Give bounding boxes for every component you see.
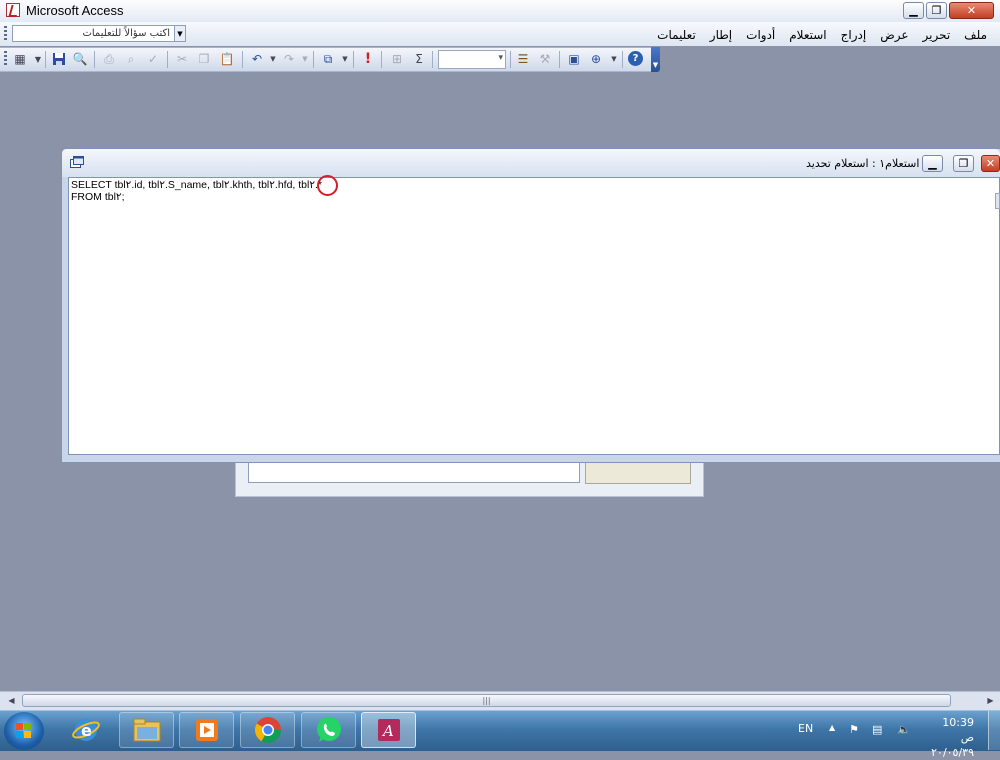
copy-icon[interactable]: ❐ [196, 51, 212, 67]
highlight-circle [317, 175, 338, 196]
toolbar-separator [559, 51, 560, 68]
query-restore-button[interactable]: ❐ [953, 155, 974, 172]
menu-help[interactable]: تعليمات [650, 26, 703, 44]
menu-query[interactable]: استعلام [782, 26, 833, 44]
view-dropdown-icon[interactable]: ▼ [30, 51, 46, 67]
sql-editor[interactable]: SELECT tbl٢.id, tbl٢.S_name, tbl٢.khth, … [68, 177, 1000, 455]
scroll-thumb[interactable]: ||| [22, 694, 951, 707]
undo-icon[interactable]: ↶ [249, 51, 265, 67]
title-bar [0, 0, 1000, 23]
redo-dropdown-icon[interactable]: ▼ [297, 51, 313, 67]
chrome-icon[interactable] [240, 712, 295, 748]
clock-time: 10:39 ص [942, 716, 974, 744]
help-icon[interactable]: ? [628, 51, 643, 66]
totals-icon[interactable]: Σ [411, 51, 427, 67]
menu-insert[interactable]: إدراج [834, 26, 874, 44]
menu-file[interactable]: ملف [957, 26, 994, 44]
scroll-right-icon[interactable]: ▶ [984, 694, 997, 707]
paste-icon[interactable]: 📋 [219, 51, 235, 67]
sql-line-select: SELECT tbl٢.id, tbl٢.S_name, tbl٢.khth, … [71, 179, 323, 191]
toolbar-separator [45, 51, 46, 68]
build-icon[interactable]: ⚒ [537, 51, 553, 67]
show-desktop-button[interactable] [988, 711, 1000, 750]
ask-question-dropdown[interactable]: ▼ [175, 25, 186, 42]
editor-scroll-thumb[interactable] [995, 193, 1000, 209]
toolbar-options-icon[interactable]: ▼ [651, 47, 660, 72]
action-center-flag-icon[interactable]: ⚑ [849, 723, 859, 736]
print-preview-icon[interactable]: ⌕ [123, 51, 139, 67]
toolbar-separator [432, 51, 433, 68]
query-window-icon[interactable] [70, 156, 84, 168]
language-indicator[interactable]: EN [798, 722, 813, 735]
query-type-dropdown-icon[interactable]: ▼ [337, 51, 353, 67]
redo-icon[interactable]: ↷ [281, 51, 297, 67]
spelling-icon[interactable]: ✓ [145, 51, 161, 67]
query-type-icon[interactable]: ⧉ [320, 51, 336, 67]
view-icon[interactable]: ▦ [12, 51, 28, 67]
properties-icon[interactable]: ☰ [515, 51, 531, 67]
minimize-button[interactable]: ▁ [903, 2, 924, 19]
clock-date: ٢٠/٠٥/٣٩ [931, 746, 974, 759]
toolbar-separator [167, 51, 168, 68]
menubar-grip[interactable] [4, 26, 7, 42]
toolbar-separator [622, 51, 623, 68]
toolbar-separator [313, 51, 314, 68]
query-window-title: استعلام١ : استعلام تحديد [806, 157, 920, 170]
menu-edit[interactable]: تحرير [916, 26, 958, 44]
ask-question-input[interactable]: اكتب سؤالاً للتعليمات [12, 25, 175, 42]
window-title: Microsoft Access [26, 3, 124, 18]
background-form-button[interactable] [585, 460, 691, 484]
query-minimize-button[interactable]: ▁ [922, 155, 943, 172]
microsoft-access-icon[interactable]: A [361, 712, 416, 748]
internet-explorer-icon[interactable]: e [58, 712, 113, 748]
system-clock[interactable]: 10:39 ص ٢٠/٠٥/٣٩ [928, 715, 974, 760]
background-form-textbox[interactable] [248, 460, 580, 483]
svg-text:e: e [81, 721, 92, 740]
whatsapp-icon[interactable] [301, 712, 356, 748]
search-file-icon[interactable]: 🔍 [72, 51, 88, 67]
sql-line-from: FROM tbl٢; [71, 191, 125, 203]
menu-window[interactable]: إطار [703, 26, 739, 44]
volume-icon[interactable]: 🔈 [897, 723, 911, 736]
new-object-dropdown-icon[interactable]: ▼ [606, 51, 622, 67]
toolbar-separator [353, 51, 354, 68]
show-table-icon[interactable]: ⊞ [389, 51, 405, 67]
menu-tools[interactable]: أدوات [739, 26, 782, 44]
scroll-left-icon[interactable]: ◀ [5, 694, 18, 707]
close-button[interactable]: ✕ [949, 2, 994, 19]
main-menu: ملف تحرير عرض إدراج استعلام أدوات إطار ت… [650, 26, 994, 44]
menu-view[interactable]: عرض [873, 26, 915, 44]
database-window-icon[interactable]: ▣ [566, 51, 582, 67]
top-values-combo[interactable] [438, 50, 506, 69]
cut-icon[interactable]: ✂ [174, 51, 190, 67]
media-player-icon[interactable] [179, 712, 234, 748]
toolbar-separator [242, 51, 243, 68]
undo-dropdown-icon[interactable]: ▼ [265, 51, 281, 67]
access-app-icon [6, 3, 20, 17]
toolbar-separator [510, 51, 511, 68]
toolbar-separator [94, 51, 95, 68]
print-icon[interactable]: ⎙ [101, 51, 117, 67]
network-icon[interactable]: ▤ [872, 723, 882, 736]
query-close-button[interactable]: ✕ [981, 155, 1000, 172]
svg-text:A: A [381, 722, 394, 740]
toolbar-grip[interactable] [4, 51, 7, 67]
new-object-icon[interactable]: ⊕ [588, 51, 604, 67]
run-icon[interactable]: ! [360, 51, 376, 67]
file-explorer-icon[interactable] [119, 712, 174, 748]
toolbar-separator [381, 51, 382, 68]
start-button[interactable] [4, 712, 44, 750]
restore-button[interactable]: ❐ [926, 2, 947, 19]
save-icon[interactable] [51, 51, 67, 67]
show-hidden-icons-icon[interactable]: ▲ [829, 723, 835, 732]
